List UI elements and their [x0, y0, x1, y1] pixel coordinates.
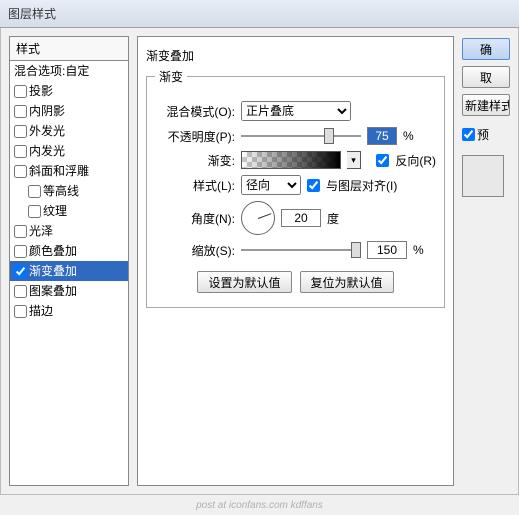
sidebar-item-8[interactable]: 光泽: [10, 221, 128, 241]
group-title: 渐变叠加: [146, 47, 445, 64]
sidebar-label-7: 纹理: [43, 201, 67, 221]
footer-text: post at iconfans.com kdffans: [0, 500, 519, 511]
styles-sidebar: 样式 混合选项:自定投影内阴影外发光内发光斜面和浮雕等高线纹理光泽颜色叠加渐变叠…: [9, 36, 129, 486]
sidebar-item-12[interactable]: 描边: [10, 301, 128, 321]
sidebar-item-4[interactable]: 内发光: [10, 141, 128, 161]
scale-unit: %: [413, 243, 424, 257]
reset-default-button[interactable]: 复位为默认值: [300, 271, 394, 293]
sidebar-label-3: 外发光: [29, 121, 65, 141]
sidebar-header: 样式: [10, 37, 128, 61]
preview-label: 预: [477, 126, 489, 143]
sidebar-label-0: 混合选项:自定: [14, 61, 89, 81]
cancel-button[interactable]: 取: [462, 66, 510, 88]
sidebar-item-6[interactable]: 等高线: [10, 181, 128, 201]
angle-input[interactable]: [281, 209, 321, 227]
opacity-unit: %: [403, 129, 414, 143]
sidebar-label-8: 光泽: [29, 221, 53, 241]
new-style-button[interactable]: 新建样式: [462, 94, 510, 116]
style-select[interactable]: 径向: [241, 175, 301, 195]
angle-unit: 度: [327, 210, 339, 227]
fieldset-legend: 渐变: [155, 68, 187, 85]
sidebar-label-9: 颜色叠加: [29, 241, 77, 261]
main-panel: 渐变叠加 渐变 混合模式(O): 正片叠底 不透明度(P): % 渐变:: [137, 36, 454, 486]
sidebar-item-1[interactable]: 投影: [10, 81, 128, 101]
sidebar-checkbox-3[interactable]: [14, 125, 27, 138]
titlebar: 图层样式: [0, 0, 519, 28]
align-checkbox[interactable]: [307, 179, 320, 192]
preview-checkbox[interactable]: [462, 128, 475, 141]
sidebar-checkbox-1[interactable]: [14, 85, 27, 98]
window-title: 图层样式: [8, 5, 56, 22]
gradient-label: 渐变:: [155, 152, 235, 169]
sidebar-checkbox-10[interactable]: [14, 265, 27, 278]
sidebar-checkbox-6[interactable]: [28, 185, 41, 198]
sidebar-list: 混合选项:自定投影内阴影外发光内发光斜面和浮雕等高线纹理光泽颜色叠加渐变叠加图案…: [10, 61, 128, 485]
sidebar-item-0[interactable]: 混合选项:自定: [10, 61, 128, 81]
sidebar-label-2: 内阴影: [29, 101, 65, 121]
reverse-checkbox[interactable]: [376, 154, 389, 167]
style-label: 样式(L):: [155, 177, 235, 194]
scale-slider[interactable]: [241, 249, 361, 251]
sidebar-checkbox-12[interactable]: [14, 305, 27, 318]
right-buttons: 确 取 新建样式 预: [462, 36, 510, 486]
opacity-input[interactable]: [367, 127, 397, 145]
gradient-fieldset: 渐变 混合模式(O): 正片叠底 不透明度(P): % 渐变: ▾: [146, 68, 445, 308]
sidebar-checkbox-11[interactable]: [14, 285, 27, 298]
blend-mode-label: 混合模式(O):: [155, 103, 235, 120]
sidebar-item-11[interactable]: 图案叠加: [10, 281, 128, 301]
sidebar-checkbox-5[interactable]: [14, 165, 27, 178]
sidebar-item-10[interactable]: 渐变叠加: [10, 261, 128, 281]
sidebar-checkbox-8[interactable]: [14, 225, 27, 238]
preview-swatch: [462, 155, 504, 197]
make-default-button[interactable]: 设置为默认值: [197, 271, 291, 293]
sidebar-item-9[interactable]: 颜色叠加: [10, 241, 128, 261]
sidebar-label-12: 描边: [29, 301, 53, 321]
blend-mode-select[interactable]: 正片叠底: [241, 101, 351, 121]
sidebar-item-3[interactable]: 外发光: [10, 121, 128, 141]
sidebar-checkbox-4[interactable]: [14, 145, 27, 158]
scale-label: 缩放(S):: [155, 242, 235, 259]
gradient-dropdown-icon[interactable]: ▾: [347, 151, 361, 169]
sidebar-checkbox-2[interactable]: [14, 105, 27, 118]
opacity-label: 不透明度(P):: [155, 128, 235, 145]
sidebar-item-2[interactable]: 内阴影: [10, 101, 128, 121]
opacity-slider[interactable]: [241, 135, 361, 137]
sidebar-label-11: 图案叠加: [29, 281, 77, 301]
sidebar-checkbox-7[interactable]: [28, 205, 41, 218]
align-label: 与图层对齐(I): [326, 177, 397, 194]
sidebar-label-5: 斜面和浮雕: [29, 161, 89, 181]
sidebar-label-6: 等高线: [43, 181, 79, 201]
sidebar-label-1: 投影: [29, 81, 53, 101]
angle-label: 角度(N):: [155, 210, 235, 227]
sidebar-item-5[interactable]: 斜面和浮雕: [10, 161, 128, 181]
sidebar-checkbox-9[interactable]: [14, 245, 27, 258]
scale-input[interactable]: [367, 241, 407, 259]
sidebar-label-10: 渐变叠加: [29, 261, 77, 281]
sidebar-label-4: 内发光: [29, 141, 65, 161]
gradient-preview[interactable]: [241, 151, 341, 169]
angle-dial[interactable]: [241, 201, 275, 235]
sidebar-item-7[interactable]: 纹理: [10, 201, 128, 221]
reverse-label: 反向(R): [395, 152, 436, 169]
ok-button[interactable]: 确: [462, 38, 510, 60]
